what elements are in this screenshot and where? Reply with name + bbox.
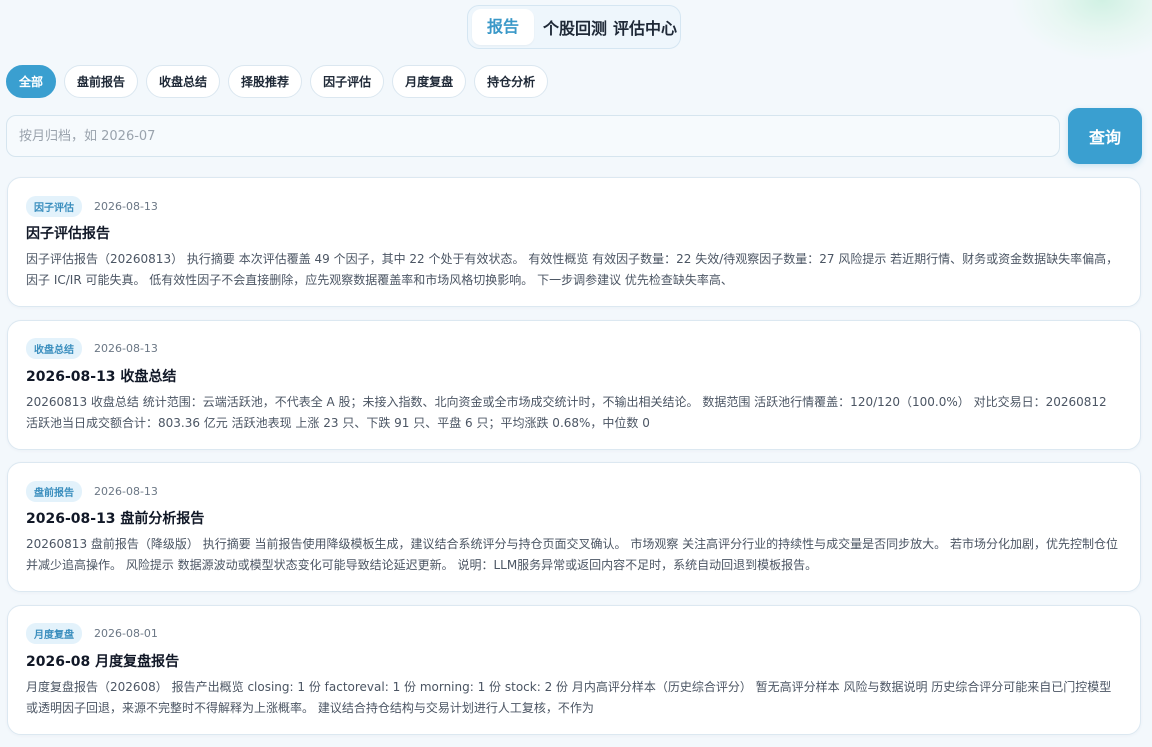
filter-chip-monthly-review[interactable]: 月度复盘 <box>392 65 467 98</box>
report-type-filters: 全部 盘前报告 收盘总结 择股推荐 因子评估 月度复盘 持仓分析 <box>6 65 549 98</box>
report-summary: 因子评估报告（20260813） 执行摘要 本次评估覆盖 49 个因子，其中 2… <box>26 252 1119 287</box>
report-date: 2026-08-13 <box>94 342 158 355</box>
report-meta: 因子评估 2026-08-13 <box>26 195 1122 217</box>
report-date: 2026-08-13 <box>94 484 158 498</box>
report-meta: 收盘总结 2026-08-13 <box>26 338 1122 359</box>
top-navigation: 报告 个股回测 评估中心 <box>467 5 681 49</box>
filter-chip-all[interactable]: 全部 <box>6 65 57 98</box>
filter-chip-factor-eval[interactable]: 因子评估 <box>310 65 385 98</box>
filter-chip-holdings[interactable]: 持仓分析 <box>474 65 549 98</box>
report-type-tag: 盘前报告 <box>26 480 82 502</box>
nav-tab-evaluation-center[interactable]: 评估中心 <box>610 15 680 39</box>
month-archive-search-input[interactable] <box>6 115 1060 157</box>
report-date: 2026-08-01 <box>94 627 158 640</box>
report-date: 2026-08-13 <box>94 199 158 213</box>
filter-chip-closing[interactable]: 收盘总结 <box>146 65 221 98</box>
report-card[interactable]: 因子评估 2026-08-13 因子评估报告 因子评估报告（20260813） … <box>7 177 1141 307</box>
query-button[interactable]: 查询 <box>1068 108 1142 164</box>
report-summary: 月度复盘报告（202608） 报告产出概览 closing: 1 份 facto… <box>26 679 1112 715</box>
report-type-tag: 收盘总结 <box>26 338 82 359</box>
nav-tab-reports[interactable]: 报告 <box>472 9 535 45</box>
report-meta: 月度复盘 2026-08-01 <box>26 623 1122 644</box>
report-type-tag: 因子评估 <box>26 195 82 217</box>
report-card[interactable]: 盘前报告 2026-08-13 2026-08-13 盘前分析报告 202608… <box>7 462 1141 592</box>
report-title: 2026-08-13 盘前分析报告 <box>26 511 205 527</box>
report-card[interactable]: 月度复盘 2026-08-01 2026-08 月度复盘报告 月度复盘报告（20… <box>7 604 1141 735</box>
report-meta: 盘前报告 2026-08-13 <box>26 480 1122 502</box>
nav-tab-stock-backtest[interactable]: 个股回测 <box>540 15 610 39</box>
report-list: 因子评估 2026-08-13 因子评估报告 因子评估报告（20260813） … <box>7 177 1141 747</box>
report-card[interactable]: 收盘总结 2026-08-13 2026-08-13 收盘总结 20260813… <box>7 319 1141 450</box>
filter-chip-stock-picks[interactable]: 择股推荐 <box>228 65 303 98</box>
report-summary: 20260813 收盘总结 统计范围：云端活跃池，不代表全 A 股；未接入指数、… <box>26 394 1107 430</box>
report-title: 2026-08-13 收盘总结 <box>26 368 177 385</box>
filter-chip-premarket[interactable]: 盘前报告 <box>64 65 139 98</box>
report-type-tag: 月度复盘 <box>26 623 82 644</box>
decorative-glow <box>1012 0 1152 60</box>
report-title: 2026-08 月度复盘报告 <box>26 653 180 670</box>
report-title: 因子评估报告 <box>26 226 110 242</box>
report-summary: 20260813 盘前报告（降级版） 执行摘要 当前报告使用降级模板生成，建议结… <box>26 537 1118 572</box>
